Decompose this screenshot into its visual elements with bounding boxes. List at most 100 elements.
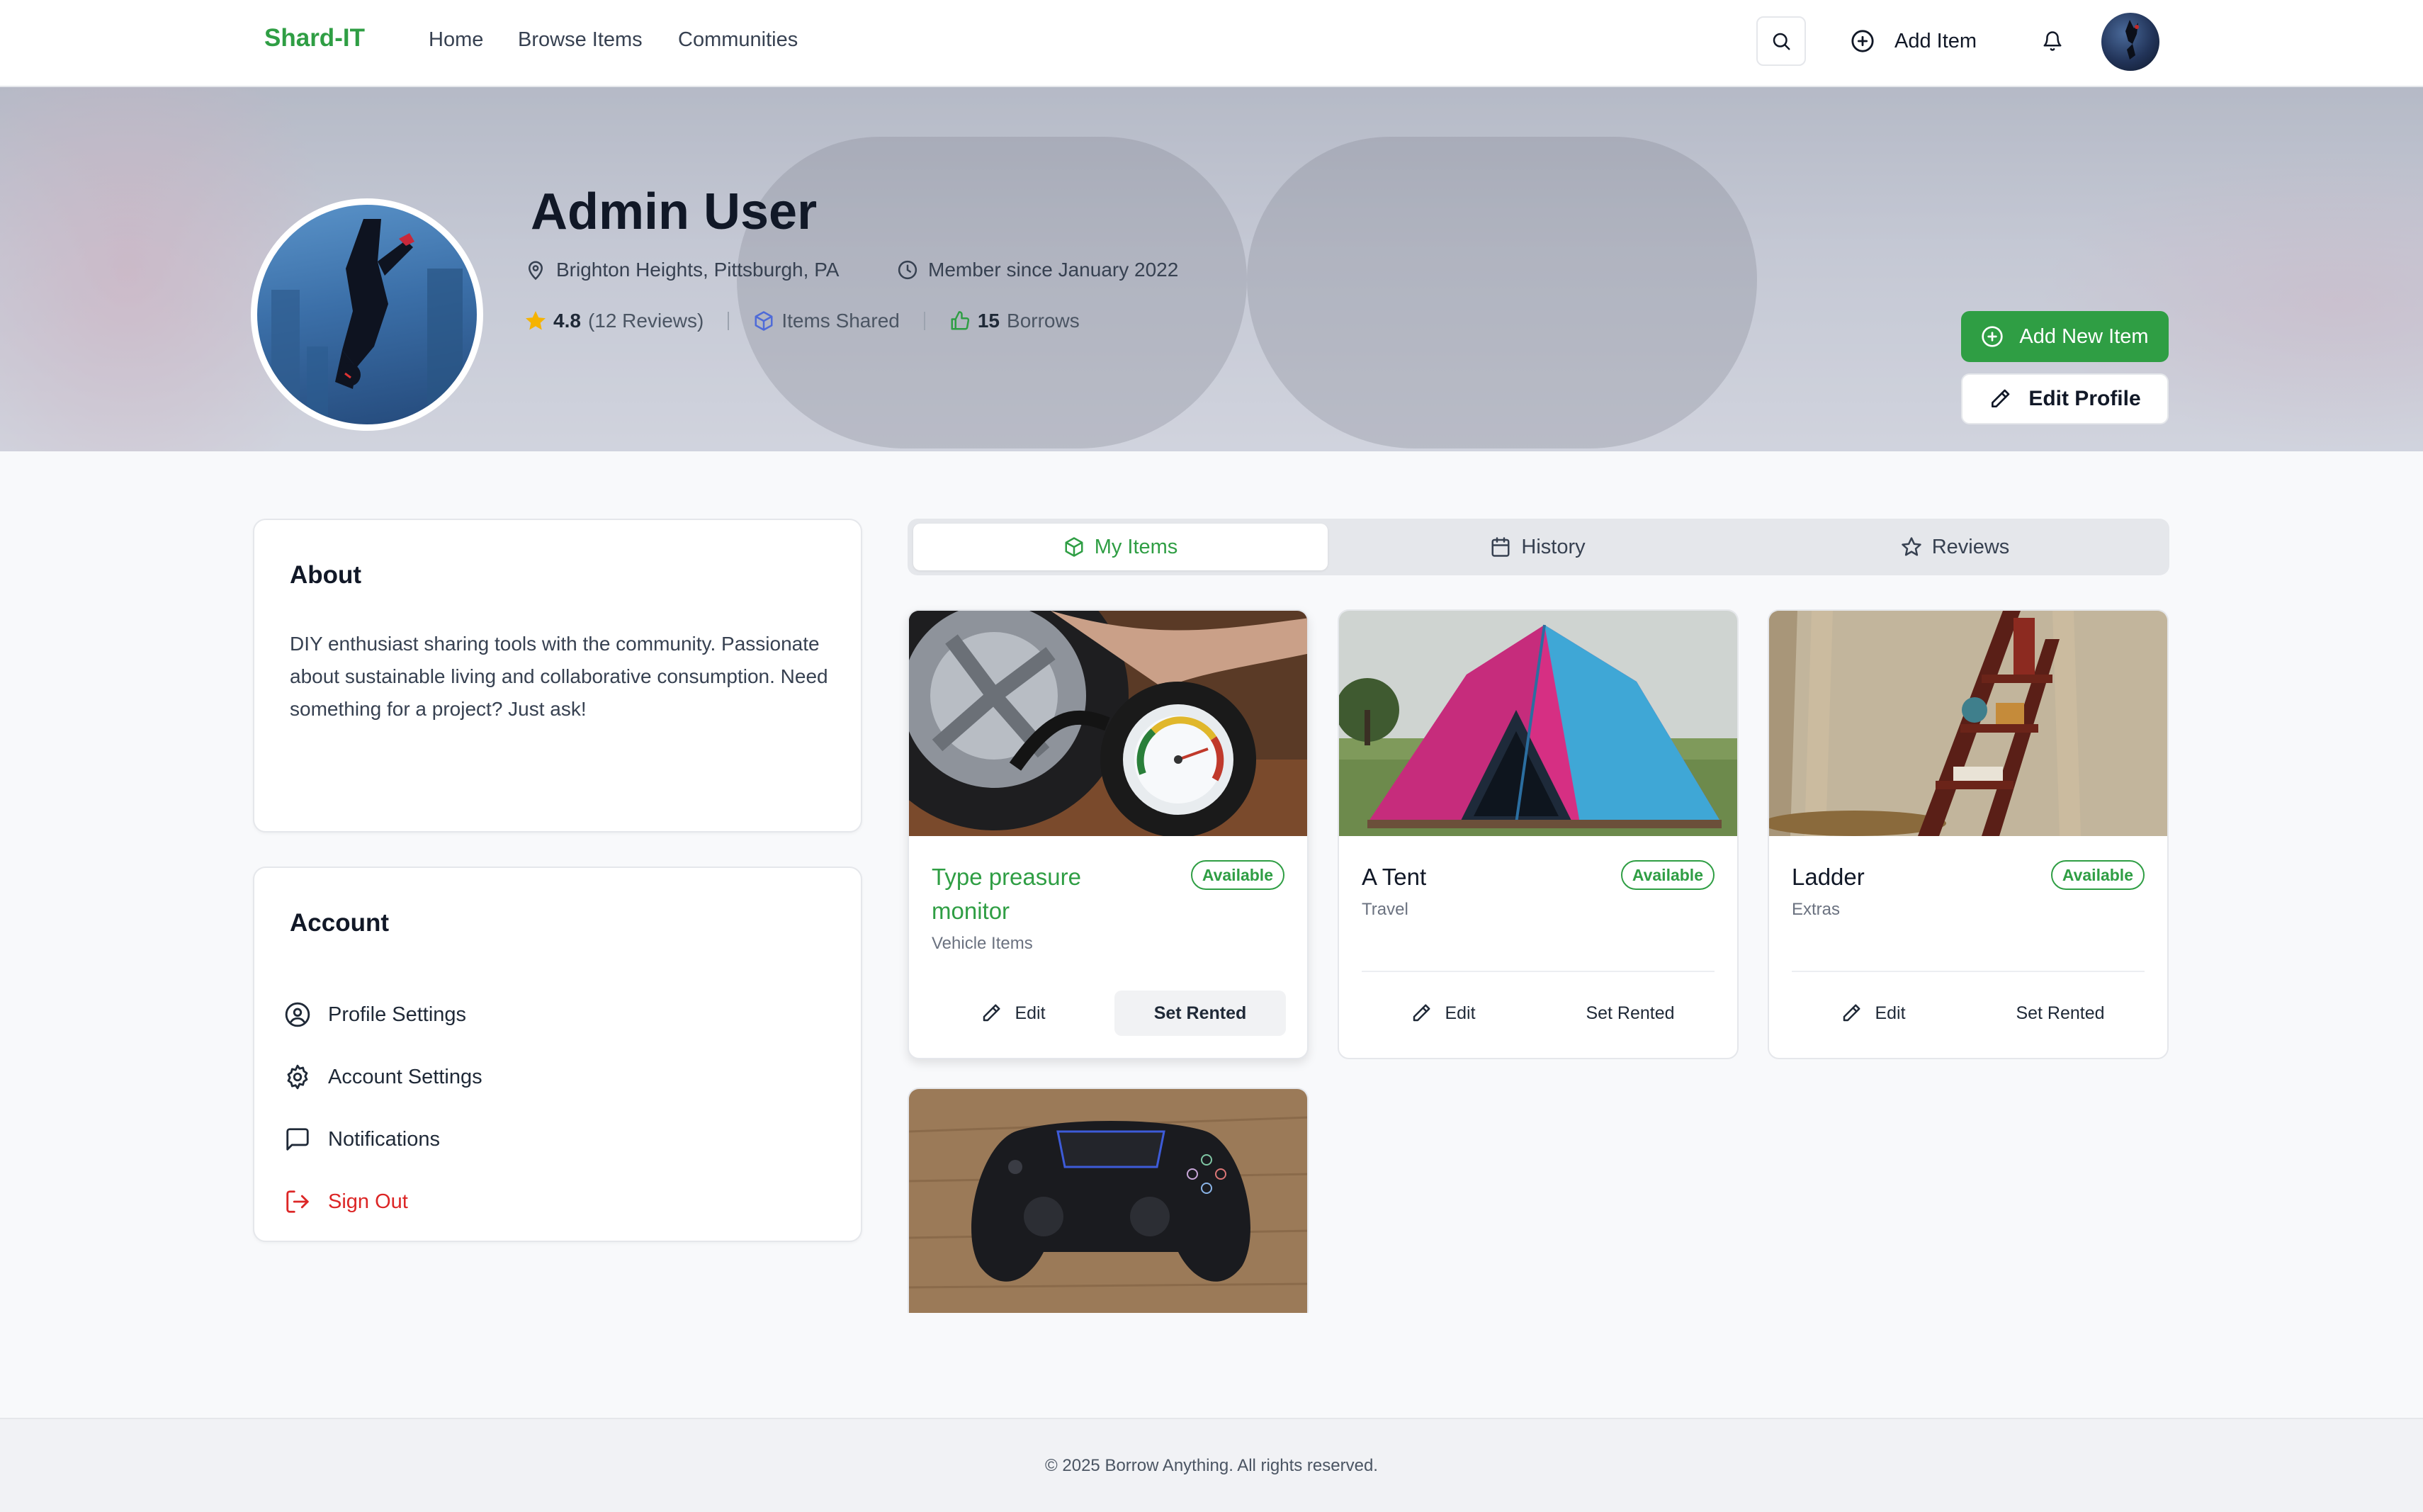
about-card: About DIY enthusiast sharing tools with …: [253, 519, 862, 833]
star-icon: [1901, 537, 1921, 556]
pencil-icon: [1413, 1004, 1430, 1022]
item-image-camping-tent[interactable]: [1339, 611, 1737, 836]
message-square-icon: [286, 1128, 309, 1151]
profile-member-since: Member since January 2022: [897, 259, 1178, 281]
member-since-text: Member since January 2022: [928, 259, 1179, 281]
account-card: Account Profile Settings Account Setting…: [253, 867, 862, 1242]
set-rented-button[interactable]: Set Rented: [1114, 991, 1286, 1036]
calendar-icon: [1491, 537, 1510, 557]
edit-profile-button[interactable]: Edit Profile: [1961, 373, 2169, 424]
notifications-label: Notifications: [328, 1127, 440, 1151]
profile-avatar: [251, 198, 483, 431]
account-settings-link[interactable]: Account Settings: [284, 1064, 482, 1090]
status-badge: Available: [1190, 860, 1284, 890]
item-category: Extras: [1792, 900, 1841, 919]
user-circle-icon: [285, 1002, 310, 1027]
plus-circle-icon: [1851, 30, 1874, 52]
star-icon: [526, 311, 546, 330]
about-title: About: [290, 561, 362, 589]
item-card[interactable]: [908, 1088, 1309, 1313]
account-title: Account: [290, 909, 389, 937]
package-icon: [1065, 537, 1083, 557]
profile-hero-banner: Admin User Brighton Heights, Pittsburgh,…: [0, 87, 2423, 451]
add-new-item-label: Add New Item: [2019, 325, 2149, 348]
tab-reviews-label: Reviews: [1931, 535, 2010, 558]
edit-label: Edit: [1445, 1003, 1476, 1023]
set-rented-button[interactable]: Set Rented: [1544, 991, 1716, 1036]
add-item-button[interactable]: Add Item: [1851, 27, 1977, 55]
profile-stats: 4.8 (12 Reviews) Items Shared 15 Borrows: [525, 310, 1080, 332]
footer-copyright: © 2025 Borrow Anything. All rights reser…: [1045, 1456, 1378, 1475]
borrows-label: Borrows: [1007, 310, 1080, 332]
nav-link-communities[interactable]: Communities: [678, 28, 798, 52]
item-card[interactable]: Ladder Available Extras Edit Set Rented: [1768, 609, 2169, 1059]
package-icon: [755, 311, 773, 331]
sign-out-label: Sign Out: [328, 1190, 408, 1213]
edit-label: Edit: [1015, 1003, 1046, 1023]
user-avatar[interactable]: [2101, 13, 2159, 71]
item-title[interactable]: Ladder: [1792, 860, 2026, 894]
status-badge: Available: [1620, 860, 1715, 890]
item-category: Travel: [1362, 900, 1408, 919]
pencil-icon: [983, 1004, 1000, 1022]
nav-link-home[interactable]: Home: [429, 28, 483, 52]
thumbs-up-icon: [951, 311, 969, 330]
tab-history-label: History: [1521, 535, 1586, 558]
sign-out-link[interactable]: Sign Out: [284, 1188, 408, 1215]
item-category: Vehicle Items: [932, 934, 1033, 953]
rating-stat: 4.8 (12 Reviews): [525, 310, 704, 332]
item-image-game-controller[interactable]: [909, 1089, 1307, 1313]
profile-tabs: My Items History Reviews: [908, 519, 2169, 575]
notifications-button[interactable]: [2040, 27, 2065, 55]
top-navbar: Shard-IT Home Browse Items Communities A…: [0, 0, 2423, 87]
add-item-label: Add Item: [1894, 29, 1977, 52]
item-image-tire-pressure-gauge[interactable]: [909, 611, 1307, 836]
profile-name: Admin User: [531, 184, 818, 240]
search-icon: [1773, 33, 1790, 50]
add-new-item-button[interactable]: Add New Item: [1961, 311, 2169, 362]
avatar-image: [2125, 20, 2139, 60]
edit-item-button[interactable]: Edit: [932, 991, 1095, 1036]
rating-value: 4.8: [553, 310, 581, 332]
item-title[interactable]: A Tent: [1362, 860, 1595, 894]
tab-my-items[interactable]: My Items: [913, 524, 1328, 570]
notifications-link[interactable]: Notifications: [284, 1126, 440, 1153]
profile-avatar-image: [271, 219, 463, 424]
profile-settings-link[interactable]: Profile Settings: [284, 1001, 466, 1028]
item-title[interactable]: Type preasure monitor: [932, 860, 1165, 928]
pencil-icon: [1843, 1004, 1860, 1022]
tab-reviews[interactable]: Reviews: [1748, 524, 2162, 570]
logout-icon: [286, 1190, 309, 1213]
item-card[interactable]: A Tent Available Travel Edit Set Rented: [1338, 609, 1739, 1059]
edit-item-button[interactable]: Edit: [1362, 991, 1525, 1036]
map-pin-icon: [528, 261, 543, 281]
gear-icon: [287, 1064, 308, 1090]
brand-logo[interactable]: Shard-IT: [264, 24, 365, 52]
stat-divider: [923, 312, 925, 330]
item-card[interactable]: Type preasure monitor Available Vehicle …: [908, 609, 1309, 1059]
edit-profile-label: Edit Profile: [2028, 387, 2141, 410]
tab-my-items-label: My Items: [1094, 535, 1178, 558]
reviews-count: (12 Reviews): [587, 310, 704, 332]
search-button[interactable]: [1756, 16, 1806, 66]
edit-label: Edit: [1875, 1003, 1906, 1023]
set-rented-button[interactable]: Set Rented: [1975, 991, 2146, 1036]
items-shared-stat: Items Shared: [753, 310, 900, 332]
tab-history[interactable]: History: [1331, 524, 1745, 570]
account-settings-label: Account Settings: [328, 1065, 482, 1088]
borrows-count: 15: [977, 310, 1000, 332]
status-badge: Available: [2050, 860, 2145, 890]
item-image-wooden-ladder-shelf[interactable]: [1769, 611, 2167, 836]
profile-location: Brighton Heights, Pittsburgh, PA: [525, 259, 839, 281]
profile-settings-label: Profile Settings: [328, 1003, 467, 1026]
edit-item-button[interactable]: Edit: [1792, 991, 1955, 1036]
about-text: DIY enthusiast sharing tools with the co…: [290, 633, 828, 720]
stat-divider: [728, 312, 730, 330]
location-text: Brighton Heights, Pittsburgh, PA: [556, 259, 840, 281]
borrows-stat: 15 Borrows: [949, 310, 1080, 332]
plus-circle-icon: [1982, 326, 2004, 347]
pencil-icon: [1992, 389, 2010, 407]
bell-icon: [2043, 31, 2062, 51]
footer: © 2025 Borrow Anything. All rights reser…: [0, 1418, 2423, 1512]
nav-link-browse-items[interactable]: Browse Items: [518, 28, 643, 52]
